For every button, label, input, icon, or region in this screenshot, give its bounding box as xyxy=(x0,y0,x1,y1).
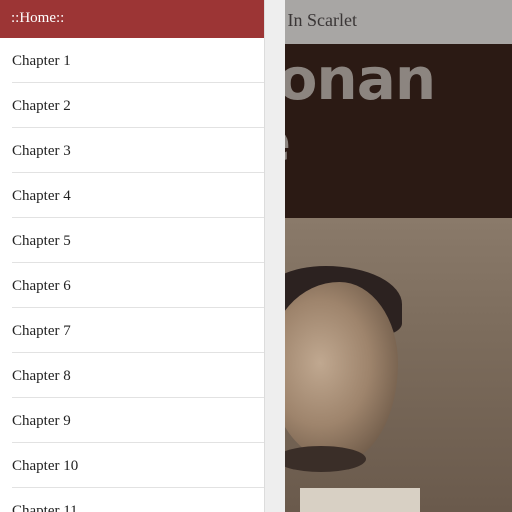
chapter-link-4[interactable]: Chapter 4 xyxy=(12,173,264,218)
chapter-link-6[interactable]: Chapter 6 xyxy=(12,263,264,308)
portrait-face xyxy=(268,282,398,462)
app-window: y In Scarlet Conan yle ::Home:: Chapter … xyxy=(0,0,512,512)
chapter-link-9[interactable]: Chapter 9 xyxy=(12,398,264,443)
chapter-list: Chapter 1 Chapter 2 Chapter 3 Chapter 4 Chap… xyxy=(0,38,264,512)
chapter-link-5[interactable]: Chapter 5 xyxy=(12,218,264,263)
page-title: y In Scarlet xyxy=(274,10,357,30)
portrait-mustache xyxy=(276,446,366,472)
chapter-link-11[interactable]: Chapter 11 xyxy=(12,488,264,512)
chapter-link-10[interactable]: Chapter 10 xyxy=(12,443,264,488)
chapter-link-7[interactable]: Chapter 7 xyxy=(12,308,264,353)
chapter-drawer: ::Home:: Chapter 1 Chapter 2 Chapter 3 Chap… xyxy=(0,0,264,512)
portrait-collar xyxy=(300,488,420,512)
chapter-link-2[interactable]: Chapter 2 xyxy=(12,83,264,128)
chapter-link-1[interactable]: Chapter 1 xyxy=(12,38,264,83)
chapter-link-8[interactable]: Chapter 8 xyxy=(12,353,264,398)
chapter-link-3[interactable]: Chapter 3 xyxy=(12,128,264,173)
drawer-scrollbar[interactable] xyxy=(264,0,285,512)
home-link[interactable]: ::Home:: xyxy=(0,0,264,38)
